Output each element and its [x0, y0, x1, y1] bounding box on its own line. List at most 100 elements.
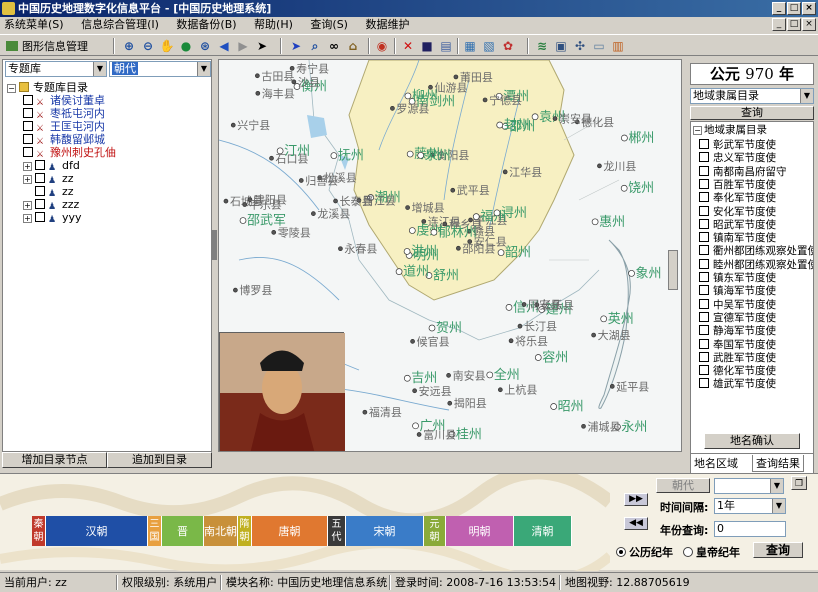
region-item[interactable]: 静海军节度使: [699, 325, 776, 338]
dynasty-segment[interactable]: 隋朝: [238, 516, 252, 546]
tree-item[interactable]: ⚔ 诸侯讨董卓: [23, 94, 105, 108]
map-place-label[interactable]: 崇安县: [559, 112, 592, 126]
region-item[interactable]: 彰武军节度使: [699, 139, 776, 152]
map-place-label[interactable]: 富川县: [423, 427, 456, 441]
back-arrow-icon[interactable]: ◀: [216, 38, 232, 54]
prev-arrow-icon[interactable]: ◀◀: [624, 517, 648, 530]
query-button[interactable]: 查询: [690, 106, 814, 120]
region-item[interactable]: 奉国军节度使: [699, 338, 776, 352]
map-place-label[interactable]: 郁林州: [438, 225, 477, 240]
map-place-label[interactable]: 龙溪县: [317, 208, 350, 221]
tree-group[interactable]: + ♟ dfd: [23, 159, 80, 173]
map-place-label[interactable]: 上杭县: [504, 383, 537, 397]
region-item[interactable]: 安化军节度使: [699, 205, 776, 219]
next-arrow-icon[interactable]: ▶▶: [624, 493, 648, 506]
mdi-close-button[interactable]: ×: [802, 18, 816, 31]
dynasty-combo[interactable]: ▼: [714, 478, 784, 494]
map-place-label[interactable]: 长汀县: [524, 320, 557, 333]
tree-group[interactable]: + ♟ yyy: [23, 211, 82, 225]
region-item[interactable]: 昭武军节度使: [699, 218, 776, 232]
menu-maintain[interactable]: 数据维护: [358, 17, 416, 33]
map-place-label[interactable]: 郴州: [628, 131, 654, 146]
region-item[interactable]: 雄武军节度使: [699, 378, 776, 391]
region-item[interactable]: 镇东军节度使: [699, 272, 776, 285]
region-item[interactable]: 南都南昌府留守: [699, 165, 787, 179]
map-place-label[interactable]: 福清县: [369, 405, 402, 419]
region-item[interactable]: 奉化军节度使: [699, 192, 776, 205]
dynasty-button[interactable]: 朝代: [656, 478, 710, 493]
map-place-label[interactable]: 将乐县: [515, 335, 548, 348]
dynasty-segment[interactable]: 清朝: [514, 516, 572, 546]
maximize-button[interactable]: □: [787, 2, 801, 15]
mdi-restore-button[interactable]: □: [787, 18, 801, 31]
tree-item[interactable]: ⚔ 韩馥留邺城: [23, 133, 105, 147]
map-place-label[interactable]: 平乐县: [249, 199, 282, 212]
map-place-label[interactable]: 永州: [621, 420, 647, 435]
menu-help[interactable]: 帮助(H): [247, 17, 300, 33]
append-button[interactable]: 追加到目录: [107, 452, 212, 468]
map-place-label[interactable]: 武平县: [457, 184, 490, 197]
map-place-label[interactable]: 兴宁县: [237, 118, 270, 132]
map-place-label[interactable]: 浦城县: [588, 420, 621, 433]
map-place-label[interactable]: 昭州: [558, 399, 584, 414]
tree-group[interactable]: + ♟ zzz: [23, 198, 79, 212]
map-place-label[interactable]: 古田县: [261, 70, 294, 83]
full-extent-icon[interactable]: ⊛: [197, 38, 213, 54]
map-place-label[interactable]: 同安县: [528, 297, 561, 311]
dynasty-segment[interactable]: 明朝: [446, 516, 514, 546]
tree-item[interactable]: ⚔ 王匡屯河内: [23, 120, 105, 134]
open-icon[interactable]: ▥: [610, 38, 626, 54]
tree-item[interactable]: ⚔ 枣祗屯河内: [23, 107, 105, 121]
region-item[interactable]: 镇海军节度使: [699, 285, 776, 298]
save-icon[interactable]: ■: [419, 38, 435, 54]
map-place-label[interactable]: 象州: [636, 266, 662, 281]
region-select[interactable]: 地域隶属目录 ▼: [690, 88, 814, 104]
region-item[interactable]: 睦州都团练观察处置使: [699, 258, 813, 272]
map-view[interactable]: 舒州 石口县 明州 平江县 潭州 衡阳县 邵州 邵阳县 衡州 永州 零陵县 郴州 道州 江华县 藤州 武平县潮…: [218, 59, 682, 452]
map-place-label[interactable]: 长泰县: [340, 194, 373, 208]
dynasty-segment[interactable]: 元朝: [424, 516, 446, 546]
map-place-label[interactable]: 大湖县: [598, 328, 631, 342]
region-item[interactable]: 宣德军节度使: [699, 311, 776, 325]
palette-icon[interactable]: ✿: [500, 38, 516, 54]
menu-query[interactable]: 查询(S): [303, 17, 355, 33]
map-place-label[interactable]: 延平县: [616, 380, 649, 393]
confirm-place-button[interactable]: 地名确认: [704, 433, 800, 449]
tab-region[interactable]: 地名区域: [694, 455, 738, 471]
select-arrow-icon[interactable]: ➤: [288, 38, 304, 54]
map-place-label[interactable]: 舒州: [433, 268, 459, 283]
map-place-label[interactable]: 安仁县: [474, 235, 507, 249]
map-place-label[interactable]: 韶州: [505, 245, 531, 261]
region-item[interactable]: 德化军节度使: [699, 365, 776, 378]
region-item[interactable]: 武胜军节度使: [699, 351, 776, 365]
zoom-in-icon[interactable]: ⊕: [121, 38, 137, 54]
map-place-label[interactable]: 沙县: [298, 76, 320, 89]
layers-icon[interactable]: ≋: [534, 38, 550, 54]
map-place-label[interactable]: 博罗县: [239, 284, 272, 297]
map-place-label[interactable]: 宁德县: [489, 93, 522, 107]
map-place-label[interactable]: 桂州: [456, 427, 482, 442]
minimize-button[interactable]: _: [772, 2, 786, 15]
map-place-label[interactable]: 归善县: [305, 173, 338, 187]
map-place-label[interactable]: 惠州: [599, 215, 625, 230]
dynasty-segment[interactable]: 三国: [148, 516, 162, 546]
delete-icon[interactable]: ✕: [400, 38, 416, 54]
map-place-label[interactable]: 抚州: [338, 149, 364, 164]
map-place-label[interactable]: 海丰县: [262, 86, 295, 100]
map-scroll-handle[interactable]: [668, 250, 678, 290]
forward-arrow-icon[interactable]: ▶: [235, 38, 251, 54]
map-place-label[interactable]: 候官县: [417, 334, 450, 348]
tab-result[interactable]: 查询结果: [752, 455, 804, 472]
dynasty-segment[interactable]: 晋: [162, 516, 204, 546]
map-place-label[interactable]: 柳州: [412, 89, 438, 104]
pan-hand-icon[interactable]: ✋: [159, 38, 175, 54]
menu-info[interactable]: 信息综合管理(I): [74, 17, 166, 33]
menu-system[interactable]: 系统菜单(S): [0, 17, 71, 33]
radio-ad[interactable]: 公历纪年: [616, 544, 673, 560]
dynasty-segment[interactable]: 南北朝: [204, 516, 238, 546]
find-icon[interactable]: ⌕: [307, 38, 323, 54]
map-place-label[interactable]: 江华县: [509, 165, 542, 179]
region-item[interactable]: 镇南军节度使: [699, 232, 776, 245]
chart-icon[interactable]: ▧: [481, 38, 497, 54]
library-select[interactable]: 专题库 ▼: [5, 61, 107, 77]
